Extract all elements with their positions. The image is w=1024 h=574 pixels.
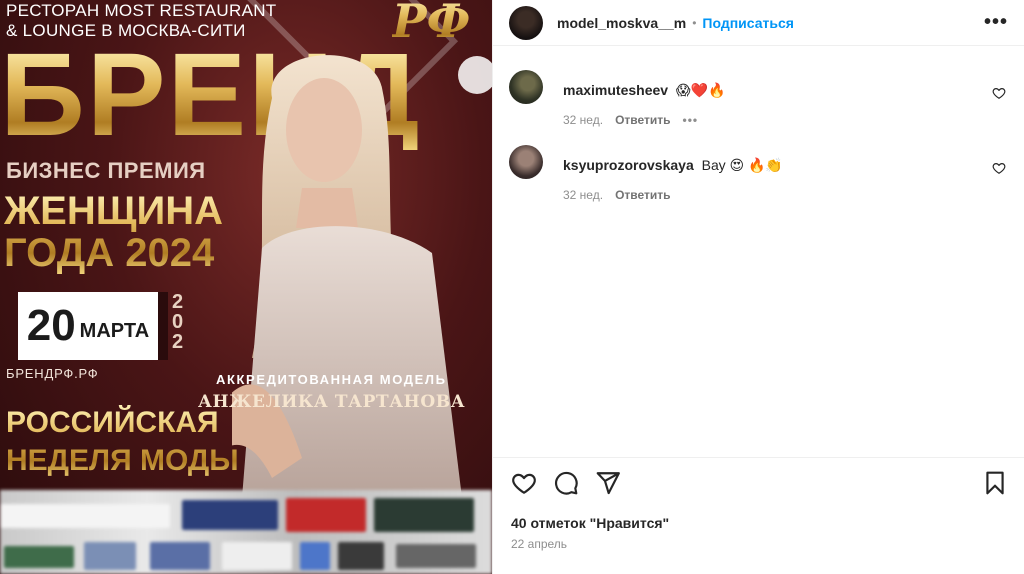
post-actions-section: 40 отметок "Нравится" 22 апрель [493,457,1024,551]
likes-count[interactable]: 40 отметок "Нравится" [493,496,1024,531]
poster-fashion-week: РОССИЙСКАЯ НЕДЕЛЯ МОДЫ [6,404,239,480]
author-username[interactable]: model_moskva__m [557,15,686,31]
reply-button[interactable]: Ответить [615,188,670,202]
like-heart-icon[interactable] [511,470,537,496]
comment-username[interactable]: ksyuprozorovskaya [563,157,694,173]
poster-year: 202 [172,291,184,353]
comment-meta: 32 нед. Ответить [563,188,783,202]
comment-line: ksyuprozorovskaya Вау 😍 🔥👏 [563,157,783,174]
follow-button[interactable]: Подписаться [702,15,794,31]
comment-meta: 32 нед. Ответить ••• [563,113,725,127]
comment-age: 32 нед. [563,113,604,127]
reply-button[interactable]: Ответить [615,113,670,127]
comment-age: 32 нед. [563,188,604,202]
poster-website: БРЕНДРФ.РФ [6,366,99,381]
poster-woman-line1: ЖЕНЩИНА [4,189,224,233]
poster-week-line2: НЕДЕЛЯ МОДЫ [6,444,239,477]
sponsor-logos-blurred [0,490,492,574]
comment-text: 😱❤️🔥 [675,82,726,98]
comment-item: maximutesheev 😱❤️🔥 32 нед. Ответить ••• [509,70,1008,127]
poster-venue-line1: РЕСТОРАН MOST RESTAURANT [6,1,277,20]
poster-day: 20 [26,301,76,350]
poster-week-line1: РОССИЙСКАЯ [6,406,219,439]
comment-icon[interactable] [553,470,579,496]
poster-date: 20 МАРТА [18,292,168,360]
post-image[interactable]: РЕСТОРАН MOST RESTAURANT & LOUNGE В МОСК… [0,0,492,574]
post-header: model_moskva__m • Подписаться ••• [493,0,1024,46]
comment-more-icon[interactable]: ••• [683,113,699,127]
comment-username[interactable]: maximutesheev [563,82,668,98]
poster-accredited: АККРЕДИТОВАННАЯ МОДЕЛЬ [216,372,447,387]
more-options-icon[interactable]: ••• [984,11,1008,34]
poster-business-award: БИЗНЕС ПРЕМИЯ [6,158,206,183]
separator-dot: • [692,15,697,30]
comment-like-heart-icon[interactable] [992,86,1006,100]
comment-like-heart-icon[interactable] [992,161,1006,175]
model-photo [232,55,462,498]
action-bar [493,458,1024,496]
poster-woman-line2: ГОДА 2024 [4,231,215,275]
comment-text: Вау 😍 🔥👏 [701,157,783,173]
author-avatar[interactable] [509,5,543,40]
comment-body: maximutesheev 😱❤️🔥 32 нед. Ответить ••• [563,70,725,127]
commenter-avatar[interactable] [509,70,543,104]
post-details-panel: model_moskva__m • Подписаться ••• maximu… [492,0,1024,574]
poster-woman-of-year: ЖЕНЩИНА ГОДА 2024 [4,190,223,274]
bookmark-icon[interactable] [982,470,1008,496]
share-icon[interactable] [595,470,621,496]
comments-list: maximutesheev 😱❤️🔥 32 нед. Ответить ••• … [509,70,1008,220]
post-date: 22 апрель [511,537,568,551]
poster-month: МАРТА [79,319,150,342]
comment-item: ksyuprozorovskaya Вау 😍 🔥👏 32 нед. Ответ… [509,145,1008,202]
comment-line: maximutesheev 😱❤️🔥 [563,82,725,99]
commenter-avatar[interactable] [509,145,543,179]
comment-body: ksyuprozorovskaya Вау 😍 🔥👏 32 нед. Ответ… [563,145,783,202]
